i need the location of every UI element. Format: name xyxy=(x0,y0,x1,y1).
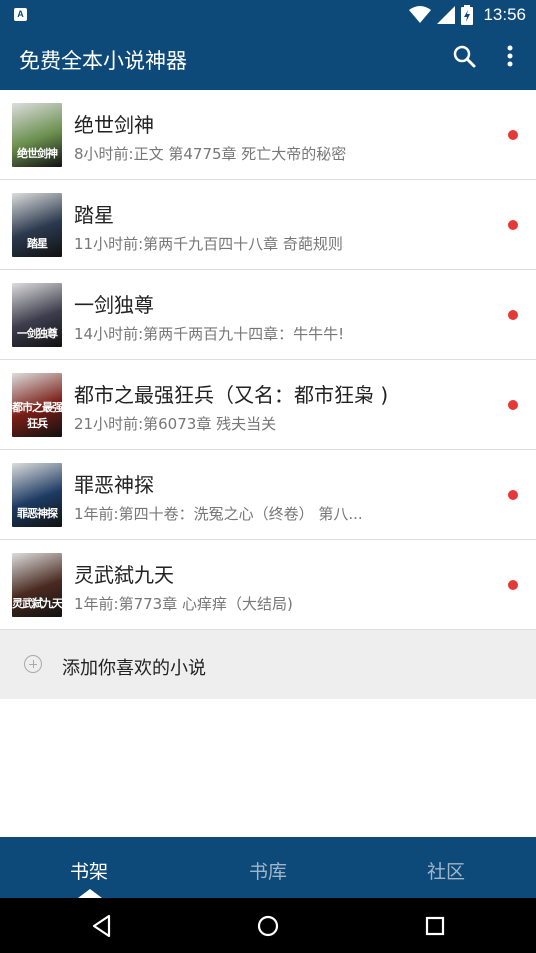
cover-text: 一剑独尊 xyxy=(17,327,58,340)
book-row[interactable]: 都市之最强狂兵 都市之最强狂兵（又名：都市狂枭 ) 21小时前:第6073章 残… xyxy=(0,360,536,450)
status-bar: A 13:56 xyxy=(0,0,536,30)
unread-dot-icon xyxy=(508,490,518,500)
app-bar: 免费全本小说神器 xyxy=(0,30,536,90)
status-time: 13:56 xyxy=(483,5,526,24)
book-row[interactable]: 罪恶神探 罪恶神探 1年前:第四十卷：洗冤之心（终卷） 第八... xyxy=(0,450,536,540)
unread-dot-icon xyxy=(508,310,518,320)
book-title: 灵武弑九天 xyxy=(74,563,174,587)
book-latest-chapter: 14小时前:第两千两百九十四章：牛牛牛! xyxy=(74,325,345,343)
tab-label: 社区 xyxy=(426,861,465,883)
unread-dot-icon xyxy=(508,220,518,230)
book-cover: 绝世剑神 xyxy=(12,103,62,167)
book-latest-chapter: 21小时前:第6073章 残夫当关 xyxy=(74,415,277,433)
app-notification-icon: A xyxy=(14,8,27,21)
book-title: 绝世剑神 xyxy=(74,113,154,137)
cover-text: 罪恶神探 xyxy=(17,507,58,520)
wifi-icon xyxy=(409,6,432,23)
system-nav-bar xyxy=(0,898,536,953)
add-circle-icon xyxy=(24,655,42,673)
cell-signal-icon xyxy=(437,6,456,24)
tab-bookshelf[interactable]: 书架 xyxy=(0,837,178,898)
unread-dot-icon xyxy=(508,580,518,590)
bottom-tab-bar: 书架 书库 社区 xyxy=(0,837,536,898)
cover-text: 绝世剑神 xyxy=(17,147,58,160)
book-row[interactable]: 一剑独尊 一剑独尊 14小时前:第两千两百九十四章：牛牛牛! xyxy=(0,270,536,360)
book-latest-chapter: 11小时前:第两千九百四十八章 奇葩规则 xyxy=(74,235,343,253)
tab-label: 书库 xyxy=(248,861,287,883)
unread-dot-icon xyxy=(508,130,518,140)
cover-text: 灵武弑九天 xyxy=(12,597,62,610)
recents-icon[interactable] xyxy=(421,912,449,940)
unread-dot-icon xyxy=(508,400,518,410)
book-title: 踏星 xyxy=(74,203,114,227)
back-icon[interactable] xyxy=(88,912,116,940)
add-novel-label: 添加你喜欢的小说 xyxy=(62,658,206,679)
book-title: 一剑独尊 xyxy=(74,293,154,317)
cover-text: 踏星 xyxy=(27,237,48,250)
status-icons: 13:56 xyxy=(409,3,526,27)
tab-library[interactable]: 书库 xyxy=(179,837,357,898)
cover-text: 都市之最强狂兵 xyxy=(12,401,62,430)
tab-label: 书架 xyxy=(69,861,108,883)
battery-icon xyxy=(461,5,474,25)
search-icon[interactable] xyxy=(450,42,480,72)
home-icon[interactable] xyxy=(254,912,282,940)
book-cover: 灵武弑九天 xyxy=(12,553,62,617)
book-cover: 一剑独尊 xyxy=(12,283,62,347)
more-vert-icon[interactable] xyxy=(498,42,522,72)
book-title: 罪恶神探 xyxy=(74,473,154,497)
tab-community[interactable]: 社区 xyxy=(357,837,535,898)
book-latest-chapter: 1年前:第四十卷：洗冤之心（终卷） 第八... xyxy=(74,505,363,523)
book-latest-chapter: 8小时前:正文 第4775章 死亡大帝的秘密 xyxy=(74,145,347,163)
book-cover: 都市之最强狂兵 xyxy=(12,373,62,437)
app-title: 免费全本小说神器 xyxy=(19,49,187,73)
book-latest-chapter: 1年前:第773章 心痒痒（大结局) xyxy=(74,595,293,613)
bookshelf-list: 绝世剑神 绝世剑神 8小时前:正文 第4775章 死亡大帝的秘密 踏星 踏星 1… xyxy=(0,90,536,630)
book-title: 都市之最强狂兵（又名：都市狂枭 ) xyxy=(74,383,389,407)
book-row[interactable]: 绝世剑神 绝世剑神 8小时前:正文 第4775章 死亡大帝的秘密 xyxy=(0,90,536,180)
book-cover: 踏星 xyxy=(12,193,62,257)
book-row[interactable]: 踏星 踏星 11小时前:第两千九百四十八章 奇葩规则 xyxy=(0,180,536,270)
book-cover: 罪恶神探 xyxy=(12,463,62,527)
book-row[interactable]: 灵武弑九天 灵武弑九天 1年前:第773章 心痒痒（大结局) xyxy=(0,540,536,630)
add-novel-button[interactable]: 添加你喜欢的小说 xyxy=(0,630,536,699)
tab-active-indicator xyxy=(78,889,102,898)
